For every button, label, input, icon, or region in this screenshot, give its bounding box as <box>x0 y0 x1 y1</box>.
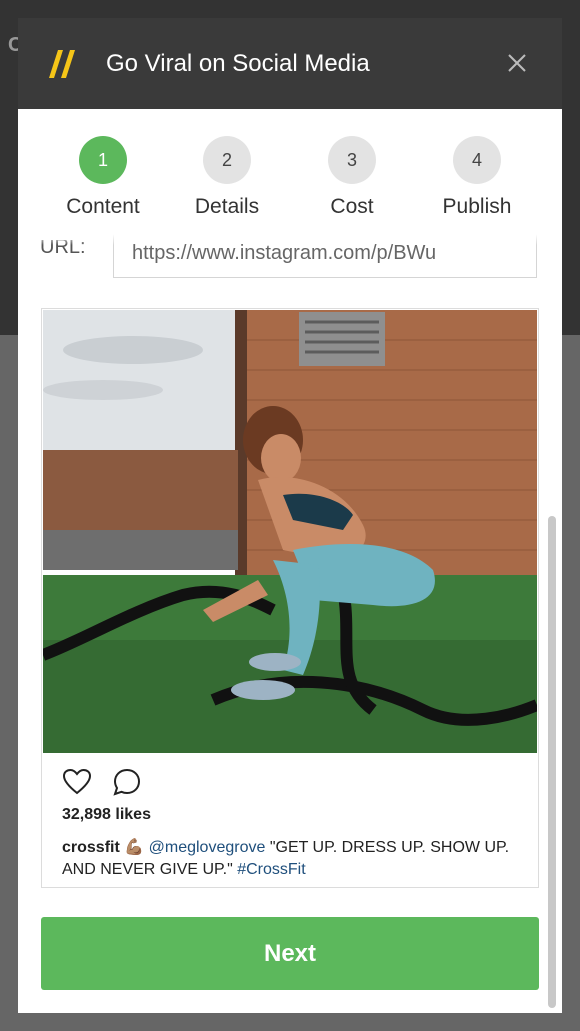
post-photo <box>43 310 537 753</box>
post-caption: crossfit 💪🏽 @meglovegrove "GET UP. DRESS… <box>62 837 522 881</box>
scroll-fade <box>18 227 538 245</box>
heart-icon[interactable] <box>62 767 92 797</box>
step-publish[interactable]: 4 Publish <box>412 136 542 219</box>
close-icon[interactable] <box>502 48 532 78</box>
instagram-post-preview: 32,898 likes crossfit 💪🏽 @meglovegrove "… <box>41 308 539 888</box>
flexed-arm-emoji: 💪🏽 <box>124 839 145 856</box>
step-content[interactable]: 1 Content <box>38 136 168 219</box>
post-hashtag[interactable]: #CrossFit <box>237 861 305 878</box>
modal-title: Go Viral on Social Media <box>106 50 370 77</box>
step-cost[interactable]: 3 Cost <box>287 136 417 219</box>
step-label: Details <box>194 195 260 218</box>
scrollbar-thumb[interactable] <box>548 516 556 1008</box>
post-username[interactable]: crossfit <box>62 839 120 856</box>
post-mention[interactable]: @meglovegrove <box>149 839 266 856</box>
step-label: Content <box>66 195 140 218</box>
modal-dialog: Go Viral on Social Media 1 Content 2 Det… <box>18 18 562 1013</box>
step-number: 3 <box>328 136 376 184</box>
step-label: Cost <box>330 195 374 218</box>
step-number: 1 <box>79 136 127 184</box>
comment-icon[interactable] <box>112 767 142 797</box>
step-details[interactable]: 2 Details <box>162 136 292 219</box>
likes-count: 32,898 likes <box>62 806 151 823</box>
brand-slash-icon <box>49 50 75 78</box>
post-actions <box>62 767 158 799</box>
step-number: 2 <box>203 136 251 184</box>
progress-stepper: 1 Content 2 Details 3 Cost 4 Publish <box>18 109 562 239</box>
step-label: Publish <box>442 195 512 218</box>
next-button[interactable]: Next <box>41 917 539 990</box>
step-number: 4 <box>453 136 501 184</box>
modal-header: Go Viral on Social Media <box>18 18 562 109</box>
